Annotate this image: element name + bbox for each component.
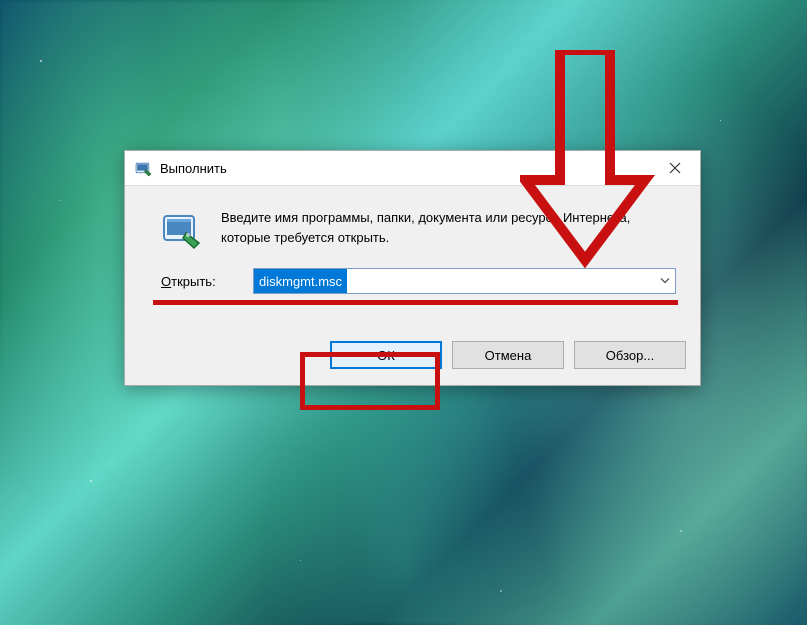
button-row: ОК Отмена Обзор... [125,323,700,385]
cancel-button[interactable]: Отмена [452,341,564,369]
titlebar[interactable]: Выполнить [125,151,700,186]
open-label: Открыть: [161,274,241,289]
open-combobox[interactable]: diskmgmt.msc [253,268,676,294]
dialog-body: Введите имя программы, папки, документа … [125,186,700,323]
run-large-icon [161,210,201,250]
prompt-text: Введите имя программы, папки, документа … [221,208,682,247]
browse-button[interactable]: Обзор... [574,341,686,369]
run-dialog: Выполнить Введите имя программы, папки, … [124,150,701,386]
dialog-title: Выполнить [160,161,650,176]
run-icon [135,160,152,177]
close-icon [669,162,681,174]
close-button[interactable] [650,151,700,186]
ok-button[interactable]: ОК [330,341,442,369]
open-input[interactable] [253,268,676,294]
annotation-underline [153,300,678,305]
